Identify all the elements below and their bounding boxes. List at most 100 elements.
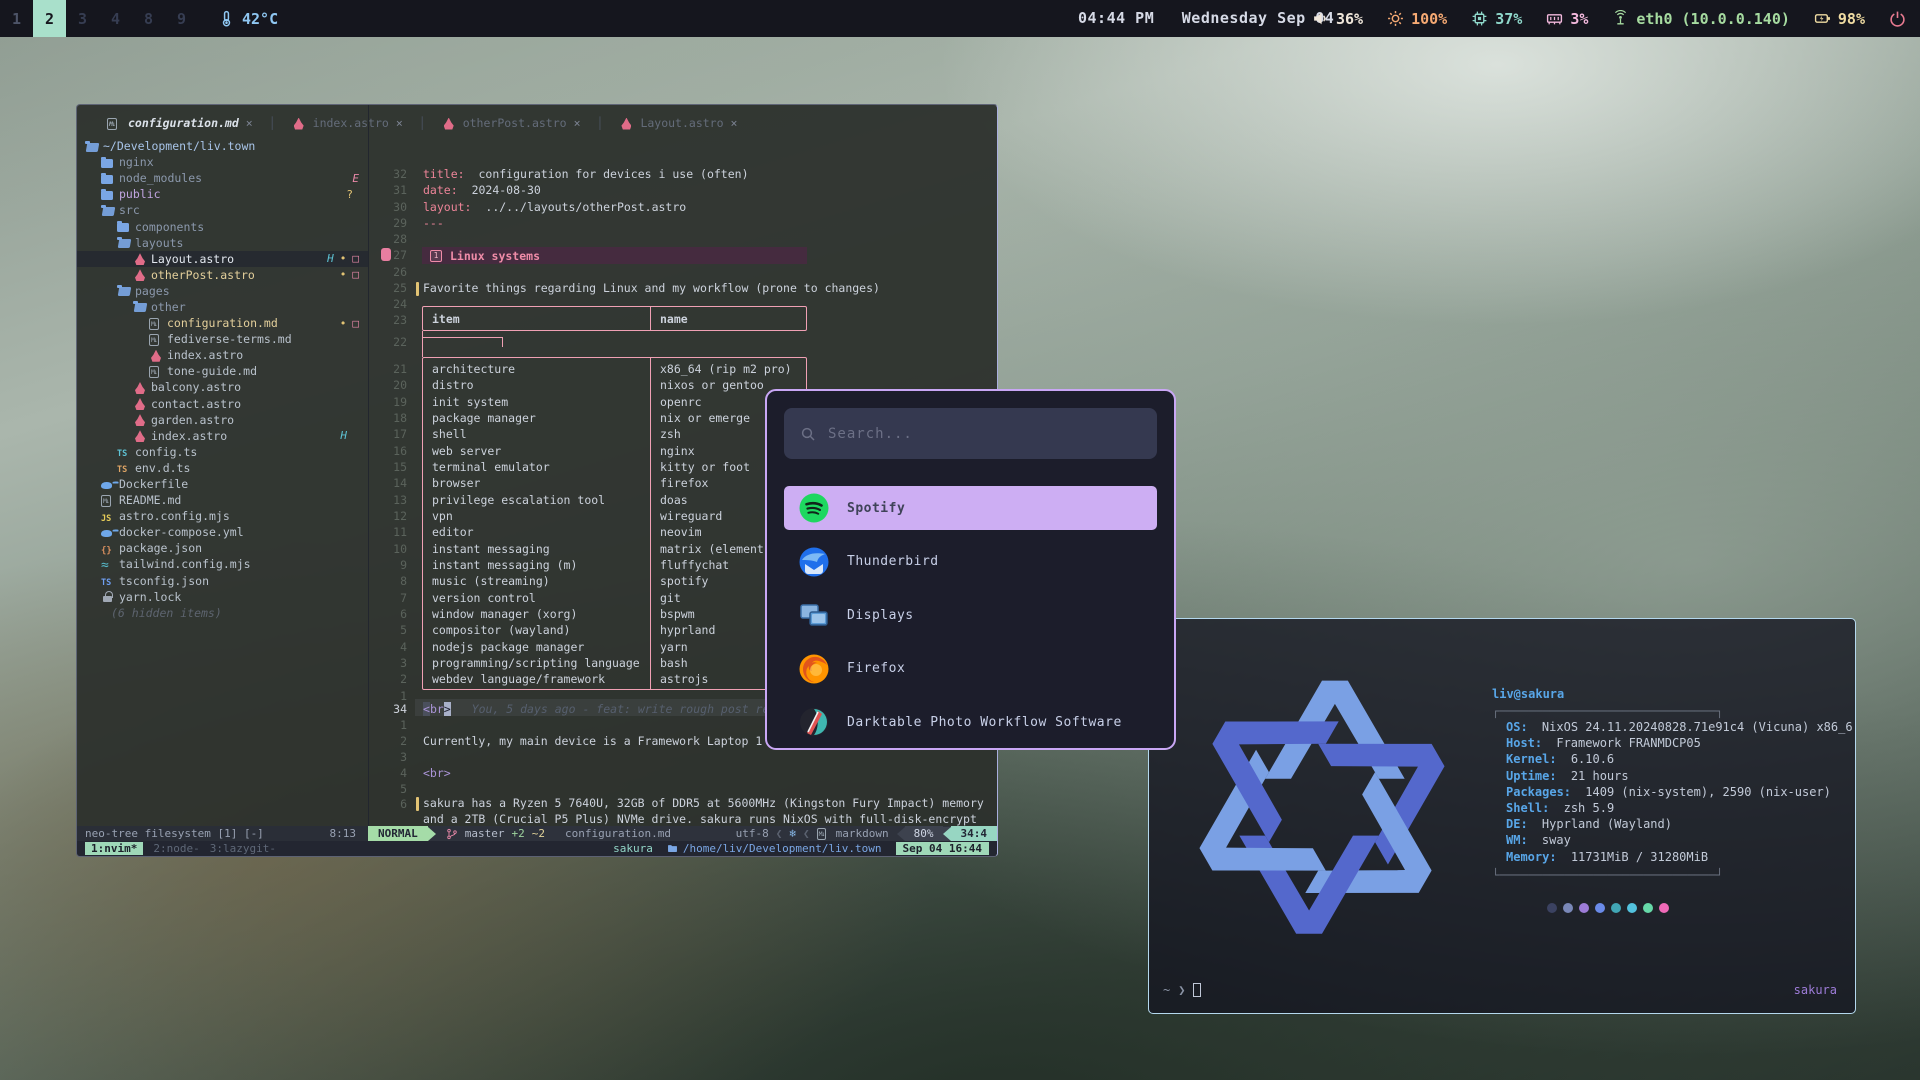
memory-icon — [1546, 10, 1563, 27]
fetch-info-line: Kernel: 6.10.6 — [1492, 752, 1853, 768]
line-number: 25 — [369, 281, 407, 297]
tree-item[interactable]: index.astro H — [77, 428, 368, 444]
launcher-item-firefox[interactable]: Firefox — [784, 647, 1157, 691]
cpu-icon — [1471, 10, 1488, 27]
tree-item[interactable]: ~/Development/liv.town — [77, 138, 368, 154]
table-cell-item: window manager (xorg) — [423, 607, 650, 623]
tree-item[interactable]: fediverse-terms.md — [77, 331, 368, 347]
tree-item-label: index.astro — [151, 429, 227, 443]
tab-configuration-md[interactable]: configuration.md × — [91, 116, 269, 130]
tree-item-badges: • □ — [334, 268, 359, 281]
tree-item[interactable]: components — [77, 218, 368, 234]
memory-widget[interactable]: 3% — [1546, 10, 1588, 28]
launcher-item-displays[interactable]: Displays — [784, 593, 1157, 637]
tmux-window-lazygit[interactable]: 3:lazygit- — [210, 842, 276, 855]
fetch-terminal-window[interactable]: liv@sakura ┌────────────────────────────… — [1148, 618, 1856, 1014]
powerline-separator — [943, 827, 951, 841]
shell-prompt[interactable]: ~ ❯ — [1163, 983, 1201, 997]
app-launcher: Spotify Thunderbird Displays Firefox Dar… — [765, 389, 1176, 750]
tree-item[interactable]: Dockerfile — [77, 476, 368, 492]
tab-index-astro[interactable]: index.astro × — [276, 116, 419, 130]
tree-item[interactable]: yarn.lock — [77, 589, 368, 605]
fetch-info-line: Host: Framework FRANMDCP05 — [1492, 736, 1853, 752]
tree-item[interactable]: astro.config.mjs — [77, 508, 368, 524]
tab-otherpost-astro[interactable]: otherPost.astro × — [426, 116, 597, 130]
tab-close-icon[interactable]: × — [396, 116, 403, 130]
tmux-window-nvim[interactable]: 1:nvim* — [85, 842, 143, 855]
tree-item[interactable]: tsconfig.json — [77, 573, 368, 589]
tree-item[interactable]: public ? — [77, 186, 368, 202]
tree-item[interactable]: garden.astro — [77, 412, 368, 428]
brightness-value: 100% — [1411, 10, 1447, 28]
git-segment: master +2 ~2 — [436, 827, 555, 840]
tree-item[interactable]: balcony.astro — [77, 379, 368, 395]
tab-close-icon[interactable]: × — [246, 116, 253, 130]
markdown-icon — [817, 827, 831, 840]
tree-item[interactable]: otherPost.astro • □ — [77, 267, 368, 283]
workspace-button[interactable]: 4 — [99, 0, 132, 37]
tree-item-label: node_modules — [119, 171, 202, 185]
workspace-button[interactable]: 3 — [66, 0, 99, 37]
battery-widget[interactable]: 98% — [1814, 10, 1865, 28]
table-cell-item: instant messaging — [423, 542, 650, 558]
network-widget[interactable]: eth0 (10.0.0.140) — [1612, 10, 1790, 28]
tree-item[interactable]: Layout.astro H • □ — [77, 251, 368, 267]
launcher-item-spotify[interactable]: Spotify — [784, 486, 1157, 530]
tree-item[interactable]: env.d.ts — [77, 460, 368, 476]
tree-item[interactable]: tone-guide.md — [77, 363, 368, 379]
tab-close-icon[interactable]: × — [574, 116, 581, 130]
body-line: Currently, my main device is a Framework… — [423, 734, 762, 750]
tree-item[interactable]: README.md — [77, 492, 368, 508]
tree-item[interactable]: configuration.md • □ — [77, 315, 368, 331]
tab-layout-astro[interactable]: Layout.astro × — [603, 116, 753, 130]
search-icon — [800, 426, 816, 442]
tag-name: br — [430, 702, 444, 716]
workspace-button[interactable]: 2 — [33, 0, 66, 37]
tree-item[interactable]: layouts — [77, 235, 368, 251]
brightness-widget[interactable]: 100% — [1387, 10, 1447, 28]
power-widget[interactable] — [1889, 10, 1906, 27]
tree-item-label: tailwind.config.mjs — [119, 557, 251, 571]
launcher-item-thunderbird[interactable]: Thunderbird — [784, 540, 1157, 584]
frontmatter-key: layout: — [423, 200, 471, 214]
search-input[interactable] — [828, 426, 1141, 442]
workspace-button[interactable]: 8 — [132, 0, 165, 37]
astro-icon — [292, 117, 306, 130]
tree-item[interactable]: docker-compose.yml — [77, 524, 368, 540]
workspace-switcher: 123489 — [0, 0, 198, 37]
prompt-path: ~ — [1163, 983, 1170, 997]
tree-item[interactable]: other — [77, 299, 368, 315]
volume-widget[interactable]: 36% — [1312, 10, 1363, 28]
tree-item[interactable]: package.json — [77, 540, 368, 556]
tree-item[interactable]: contact.astro — [77, 396, 368, 412]
file-type-icon — [117, 220, 131, 233]
file-type-icon — [101, 590, 115, 603]
table-cell-item: programming/scripting language — [423, 656, 650, 672]
workspace-button[interactable]: 1 — [0, 0, 33, 37]
tab-close-icon[interactable]: × — [731, 116, 738, 130]
launcher-search[interactable] — [784, 408, 1157, 459]
line-number: 9 — [369, 558, 407, 574]
workspace-button[interactable]: 9 — [165, 0, 198, 37]
line-number: 8 — [369, 574, 407, 590]
tree-item[interactable]: pages — [77, 283, 368, 299]
line-number: 5 — [369, 782, 407, 798]
tree-item[interactable]: tailwind.config.mjs — [77, 556, 368, 572]
h1-badge-icon: 1 — [430, 250, 442, 262]
tree-item[interactable]: src — [77, 202, 368, 218]
tree-item[interactable]: index.astro — [77, 347, 368, 363]
tmux-window-node[interactable]: 2:node- — [153, 842, 199, 855]
tmux-session-name: sakura — [613, 842, 653, 855]
thunderbird-icon — [798, 546, 830, 578]
tree-item[interactable]: config.ts — [77, 444, 368, 460]
tree-item[interactable]: (6 hidden items) — [77, 605, 368, 621]
launcher-item-darktable[interactable]: Darktable Photo Workflow Software — [784, 700, 1157, 744]
tree-item[interactable]: node_modules E — [77, 170, 368, 186]
tree-item[interactable]: nginx — [77, 154, 368, 170]
cpu-widget[interactable]: 37% — [1471, 10, 1522, 28]
table-cell-item: architecture — [423, 362, 650, 378]
frontmatter-key: date: — [423, 183, 458, 197]
launcher-item-label: Displays — [847, 608, 914, 623]
nvim-statusline: neo-tree filesystem [1] [-] 8:13 NORMAL … — [77, 826, 997, 841]
git-branch-name: master — [465, 827, 505, 840]
